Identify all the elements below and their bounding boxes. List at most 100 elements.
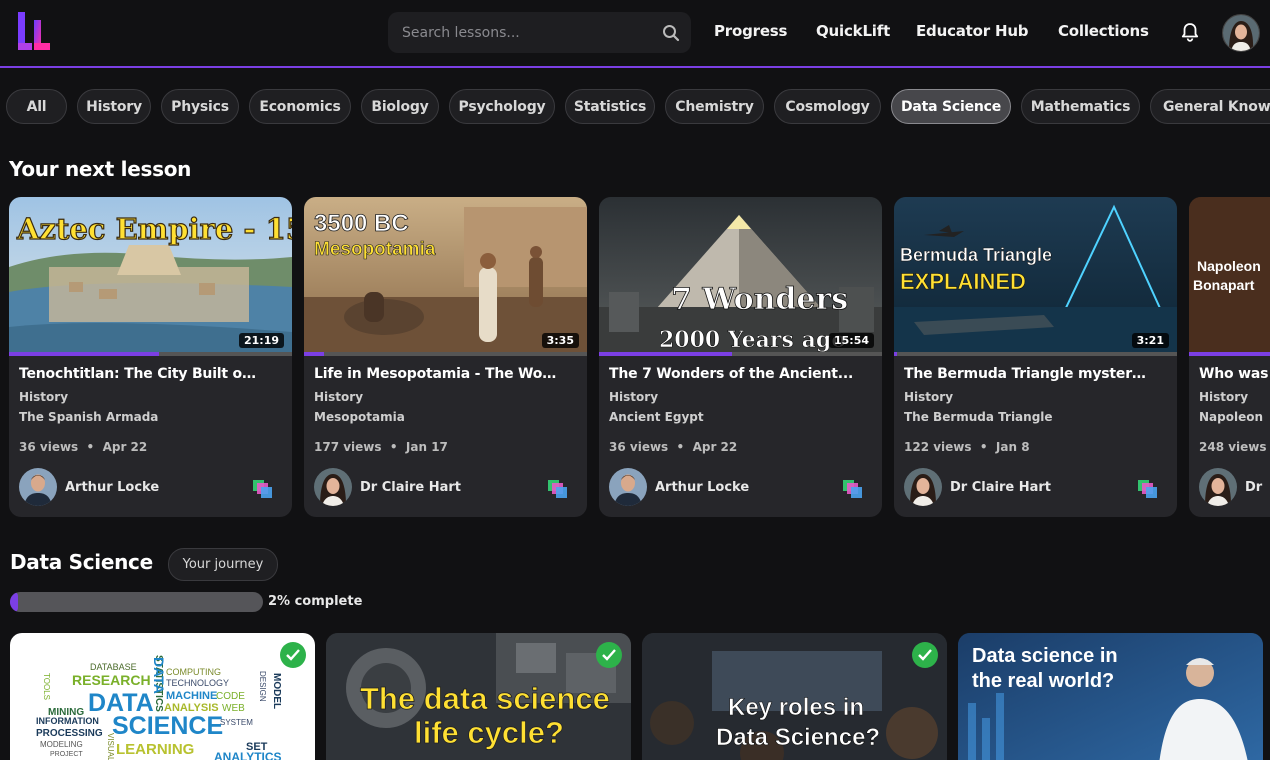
chip-all[interactable]: All	[6, 89, 67, 124]
lesson-subject: History	[19, 390, 69, 404]
author-avatar[interactable]	[904, 468, 942, 506]
chip-general-knowledge[interactable]: General Knowle	[1150, 89, 1270, 124]
watch-progress-fill	[1189, 352, 1270, 356]
svg-text:Data Science?: Data Science?	[716, 724, 880, 751]
chip-psychology[interactable]: Psychology	[449, 89, 555, 124]
lesson-thumbnail[interactable]: 7 Wonders 2000 Years ago 15:54	[599, 197, 882, 355]
svg-text:MODELING: MODELING	[40, 740, 83, 749]
chip-physics[interactable]: Physics	[161, 89, 239, 124]
lesson-topic: The Spanish Armada	[19, 410, 159, 424]
journey-thumbnail: The data science life cycle?	[326, 633, 631, 760]
svg-text:ANALYTICS: ANALYTICS	[214, 750, 282, 760]
search-icon[interactable]	[661, 23, 681, 43]
lesson-card[interactable]: Bermuda Triangle EXPLAINED 3:21 The Berm…	[894, 197, 1177, 517]
collection-icon[interactable]	[843, 480, 863, 498]
lesson-title[interactable]: The Bermuda Triangle mystery...	[904, 366, 1149, 382]
nav-collections[interactable]: Collections	[1058, 22, 1149, 40]
publish-date: Jan 8	[995, 440, 1030, 454]
search-bar[interactable]	[388, 12, 691, 53]
nav-quicklift[interactable]: QuickLift	[816, 22, 890, 40]
bell-icon[interactable]	[1179, 21, 1201, 43]
chip-statistics[interactable]: Statistics	[565, 89, 655, 124]
journey-thumbnail: Data science in the real world?	[958, 633, 1263, 760]
top-navbar: Progress QuickLift Educator Hub Collecti…	[0, 0, 1270, 68]
author-name[interactable]: Arthur Locke	[655, 480, 749, 495]
watch-progress-fill	[599, 352, 732, 356]
thumbnail-subtitle: Mesopotamia	[314, 239, 436, 260]
watch-progress-fill	[304, 352, 324, 356]
watch-progress-bar	[304, 352, 587, 356]
lesson-subject: History	[314, 390, 364, 404]
collection-icon[interactable]	[1138, 480, 1158, 498]
nav-educator-hub[interactable]: Educator Hub	[916, 22, 1029, 40]
chip-cosmology[interactable]: Cosmology	[774, 89, 881, 124]
svg-text:TECHNOLOGY: TECHNOLOGY	[166, 678, 229, 688]
svg-text:TOOLS: TOOLS	[42, 673, 51, 700]
author-name[interactable]: Dr	[1245, 480, 1262, 495]
next-lesson-heading: Your next lesson	[9, 157, 192, 181]
author-avatar[interactable]	[609, 468, 647, 506]
search-input[interactable]	[400, 22, 644, 44]
your-journey-chip[interactable]: Your journey	[168, 548, 278, 581]
journey-lesson-card[interactable]: The data science life cycle?	[326, 633, 631, 760]
chip-chemistry[interactable]: Chemistry	[665, 89, 764, 124]
logo-icon[interactable]	[16, 12, 52, 52]
author-name[interactable]: Arthur Locke	[65, 480, 159, 495]
lesson-thumbnail[interactable]: Napoleon Bonapart	[1189, 197, 1270, 355]
svg-text:The data science: The data science	[360, 681, 610, 716]
svg-text:RESEARCH: RESEARCH	[72, 672, 151, 688]
svg-text:INFORMATION: INFORMATION	[36, 716, 99, 726]
lesson-thumbnail[interactable]: Aztec Empire - 1519 21:19	[9, 197, 292, 355]
view-count: 177 views	[314, 440, 382, 454]
svg-text:Data science in: Data science in	[972, 645, 1118, 667]
collection-icon[interactable]	[253, 480, 273, 498]
watch-progress-bar	[1189, 352, 1270, 356]
author-avatar[interactable]	[19, 468, 57, 506]
nav-progress[interactable]: Progress	[714, 22, 787, 40]
lesson-topic: The Bermuda Triangle	[904, 410, 1053, 424]
thumbnail-title: Aztec Empire - 1519	[16, 212, 292, 246]
lesson-card[interactable]: Napoleon Bonapart Who was History Napole…	[1189, 197, 1270, 517]
chip-history[interactable]: History	[77, 89, 151, 124]
lesson-card[interactable]: 3500 BC Mesopotamia 3:35 Life in Mesopot…	[304, 197, 587, 517]
author-avatar[interactable]	[1199, 468, 1237, 506]
watch-progress-fill	[894, 352, 897, 356]
duration-badge: 21:19	[238, 333, 284, 348]
chip-economics[interactable]: Economics	[249, 89, 351, 124]
user-avatar[interactable]	[1222, 14, 1260, 52]
publish-date: Apr 22	[102, 440, 148, 454]
lesson-title[interactable]: The 7 Wonders of the Ancient...	[609, 366, 854, 382]
view-count: 36 views	[19, 440, 79, 454]
lesson-thumbnail[interactable]: Bermuda Triangle EXPLAINED 3:21	[894, 197, 1177, 355]
lesson-subject: History	[1199, 390, 1249, 404]
lesson-thumbnail[interactable]: 3500 BC Mesopotamia 3:35	[304, 197, 587, 355]
chip-data-science[interactable]: Data Science	[891, 89, 1011, 124]
thumbnail-title: Bermuda Triangle	[900, 245, 1052, 265]
journey-lesson-card[interactable]: Key roles in Data Science?	[642, 633, 947, 760]
author-name[interactable]: Dr Claire Hart	[360, 480, 461, 495]
svg-text:SYSTEM: SYSTEM	[220, 718, 253, 727]
lesson-card[interactable]: Aztec Empire - 1519 21:19 Tenochtitlan: …	[9, 197, 292, 517]
author-name[interactable]: Dr Claire Hart	[950, 480, 1051, 495]
collection-icon[interactable]	[548, 480, 568, 498]
publish-date: Jan 17	[405, 440, 448, 454]
duration-badge: 15:54	[828, 333, 874, 348]
journey-lesson-card[interactable]: DATABASE RESEARCH DATA SCIENCE LEARNING …	[10, 633, 315, 760]
journey-progress-label: 2% complete	[268, 594, 363, 609]
watch-progress-bar	[9, 352, 292, 356]
lesson-card[interactable]: 7 Wonders 2000 Years ago 15:54 The 7 Won…	[599, 197, 882, 517]
lesson-meta: 36 views • Apr 22	[19, 440, 148, 454]
lesson-title[interactable]: Tenochtitlan: The City Built on...	[19, 366, 264, 382]
completed-check-icon	[596, 642, 622, 668]
author-avatar[interactable]	[314, 468, 352, 506]
journey-progress-bar	[10, 592, 263, 612]
chip-biology[interactable]: Biology	[361, 89, 439, 124]
svg-text:MACHINE: MACHINE	[166, 690, 217, 702]
watch-progress-bar	[599, 352, 882, 356]
chip-mathematics[interactable]: Mathematics	[1021, 89, 1140, 124]
lesson-title[interactable]: Who was	[1199, 366, 1270, 382]
journey-lesson-card[interactable]: Data science in the real world?	[958, 633, 1263, 760]
lesson-title[interactable]: Life in Mesopotamia - The World'...	[314, 366, 559, 382]
duration-badge: 3:21	[1131, 333, 1169, 348]
svg-text:MODEL: MODEL	[271, 673, 282, 709]
